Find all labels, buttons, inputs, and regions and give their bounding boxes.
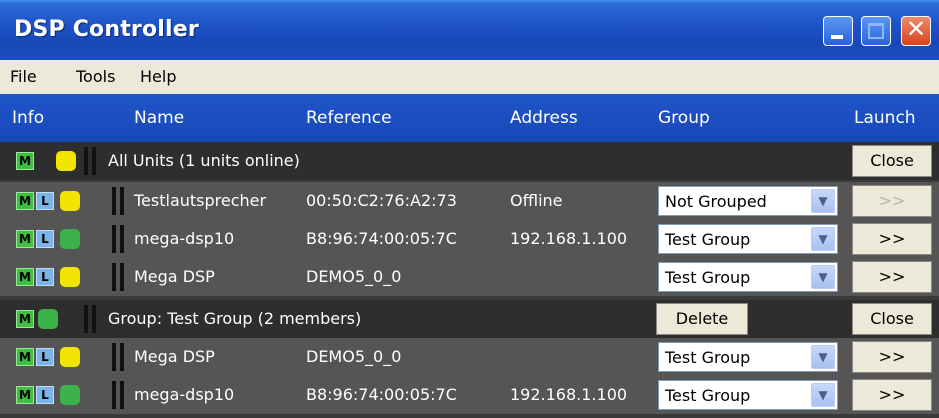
- group-label: Group: Test Group (2 members): [108, 309, 362, 328]
- m-icon[interactable]: M: [16, 386, 34, 404]
- unit-row: M L Mega DSP DEMO5_0_0 Test Group ▼ >>: [0, 338, 939, 376]
- level-meter: [112, 225, 116, 253]
- header-launch[interactable]: Launch: [854, 108, 916, 128]
- l-icon[interactable]: L: [36, 192, 54, 210]
- unit-name: mega-dsp10: [134, 385, 235, 404]
- menu-file[interactable]: File: [10, 67, 37, 86]
- title-bar: DSP Controller ✕: [0, 0, 939, 60]
- level-meter: [84, 147, 88, 175]
- header-info[interactable]: Info: [12, 108, 44, 128]
- unit-row: M L mega-dsp10 B8:96:74:00:05:7C 192.168…: [0, 220, 939, 258]
- launch-button[interactable]: >>: [852, 379, 932, 411]
- unit-reference: DEMO5_0_0: [306, 267, 402, 286]
- minimize-button[interactable]: [823, 16, 853, 46]
- m-icon[interactable]: M: [16, 268, 34, 286]
- header-group[interactable]: Group: [658, 108, 710, 128]
- m-icon[interactable]: M: [16, 152, 34, 170]
- chevron-down-icon[interactable]: ▼: [811, 345, 835, 369]
- level-meter: [120, 381, 124, 409]
- unit-address: 192.168.1.100: [510, 229, 628, 248]
- status-indicator: [38, 309, 58, 329]
- group-select[interactable]: Test Group ▼: [658, 224, 838, 254]
- level-meter: [120, 263, 124, 291]
- unit-reference: DEMO5_0_0: [306, 347, 402, 366]
- level-meter: [112, 187, 116, 215]
- chevron-down-icon[interactable]: ▼: [811, 383, 835, 407]
- close-window-button[interactable]: ✕: [901, 15, 931, 46]
- l-icon[interactable]: L: [36, 386, 54, 404]
- launch-button[interactable]: >>: [852, 223, 932, 255]
- status-indicator: [60, 229, 80, 249]
- level-meter: [92, 147, 96, 175]
- m-icon[interactable]: M: [16, 192, 34, 210]
- unit-reference: B8:96:74:00:05:7C: [306, 229, 457, 248]
- chevron-down-icon[interactable]: ▼: [811, 265, 835, 289]
- group-label: All Units (1 units online): [108, 151, 300, 170]
- unit-reference: B8:96:74:00:05:7C: [306, 385, 457, 404]
- group-select-value: Test Group: [665, 268, 751, 287]
- group-select-value: Test Group: [665, 230, 751, 249]
- minimize-icon: [831, 35, 843, 39]
- l-icon[interactable]: L: [36, 230, 54, 248]
- menu-help[interactable]: Help: [140, 67, 176, 86]
- status-indicator: [60, 191, 80, 211]
- delete-group-button[interactable]: Delete: [656, 303, 748, 335]
- close-icon: ✕: [905, 15, 927, 43]
- column-header: Info Name Reference Address Group Launch: [0, 94, 939, 142]
- status-indicator: [60, 347, 80, 367]
- level-meter: [120, 225, 124, 253]
- level-meter: [84, 305, 88, 333]
- level-meter: [92, 305, 96, 333]
- launch-button[interactable]: >>: [852, 185, 932, 217]
- m-icon[interactable]: M: [16, 230, 34, 248]
- test-group-row: M Group: Test Group (2 members) Delete C…: [0, 300, 939, 338]
- unit-name: Mega DSP: [134, 347, 215, 366]
- group-select-value: Test Group: [665, 348, 751, 367]
- status-indicator: [60, 385, 80, 405]
- m-icon[interactable]: M: [16, 310, 34, 328]
- status-indicator: [60, 267, 80, 287]
- unit-name: Mega DSP: [134, 267, 215, 286]
- maximize-icon: [868, 23, 884, 39]
- unit-row: M L mega-dsp10 B8:96:74:00:05:7C 192.168…: [0, 376, 939, 414]
- group-select[interactable]: Not Grouped ▼: [658, 186, 838, 216]
- chevron-down-icon[interactable]: ▼: [811, 227, 835, 251]
- status-indicator: [56, 151, 76, 171]
- group-select-value: Not Grouped: [665, 192, 767, 211]
- close-group-button[interactable]: Close: [852, 303, 932, 335]
- window-title: DSP Controller: [14, 17, 199, 42]
- l-icon[interactable]: L: [36, 268, 54, 286]
- close-group-button[interactable]: Close: [852, 145, 932, 177]
- all-units-row: M All Units (1 units online) Close: [0, 142, 939, 180]
- unit-address: 192.168.1.100: [510, 385, 628, 404]
- level-meter: [112, 381, 116, 409]
- unit-reference: 00:50:C2:76:A2:73: [306, 191, 457, 210]
- group-select[interactable]: Test Group ▼: [658, 262, 838, 292]
- unit-name: Testlautsprecher: [134, 191, 267, 210]
- group-select-value: Test Group: [665, 386, 751, 405]
- chevron-down-icon[interactable]: ▼: [811, 189, 835, 213]
- launch-button[interactable]: >>: [852, 341, 932, 373]
- unit-row: M L Mega DSP DEMO5_0_0 Test Group ▼ >>: [0, 258, 939, 296]
- unit-address: Offline: [510, 191, 563, 210]
- group-select[interactable]: Test Group ▼: [658, 342, 838, 372]
- level-meter: [112, 263, 116, 291]
- unit-name: mega-dsp10: [134, 229, 235, 248]
- level-meter: [120, 343, 124, 371]
- unit-row: M L Testlautsprecher 00:50:C2:76:A2:73 O…: [0, 182, 939, 220]
- header-address[interactable]: Address: [510, 108, 578, 128]
- launch-button[interactable]: >>: [852, 261, 932, 293]
- m-icon[interactable]: M: [16, 348, 34, 366]
- maximize-button[interactable]: [861, 16, 891, 46]
- header-reference[interactable]: Reference: [306, 108, 392, 128]
- menu-tools[interactable]: Tools: [76, 67, 115, 86]
- header-name[interactable]: Name: [134, 108, 184, 128]
- level-meter: [120, 187, 124, 215]
- group-select[interactable]: Test Group ▼: [658, 380, 838, 410]
- l-icon[interactable]: L: [36, 348, 54, 366]
- level-meter: [112, 343, 116, 371]
- menu-bar: File Tools Help: [0, 60, 939, 94]
